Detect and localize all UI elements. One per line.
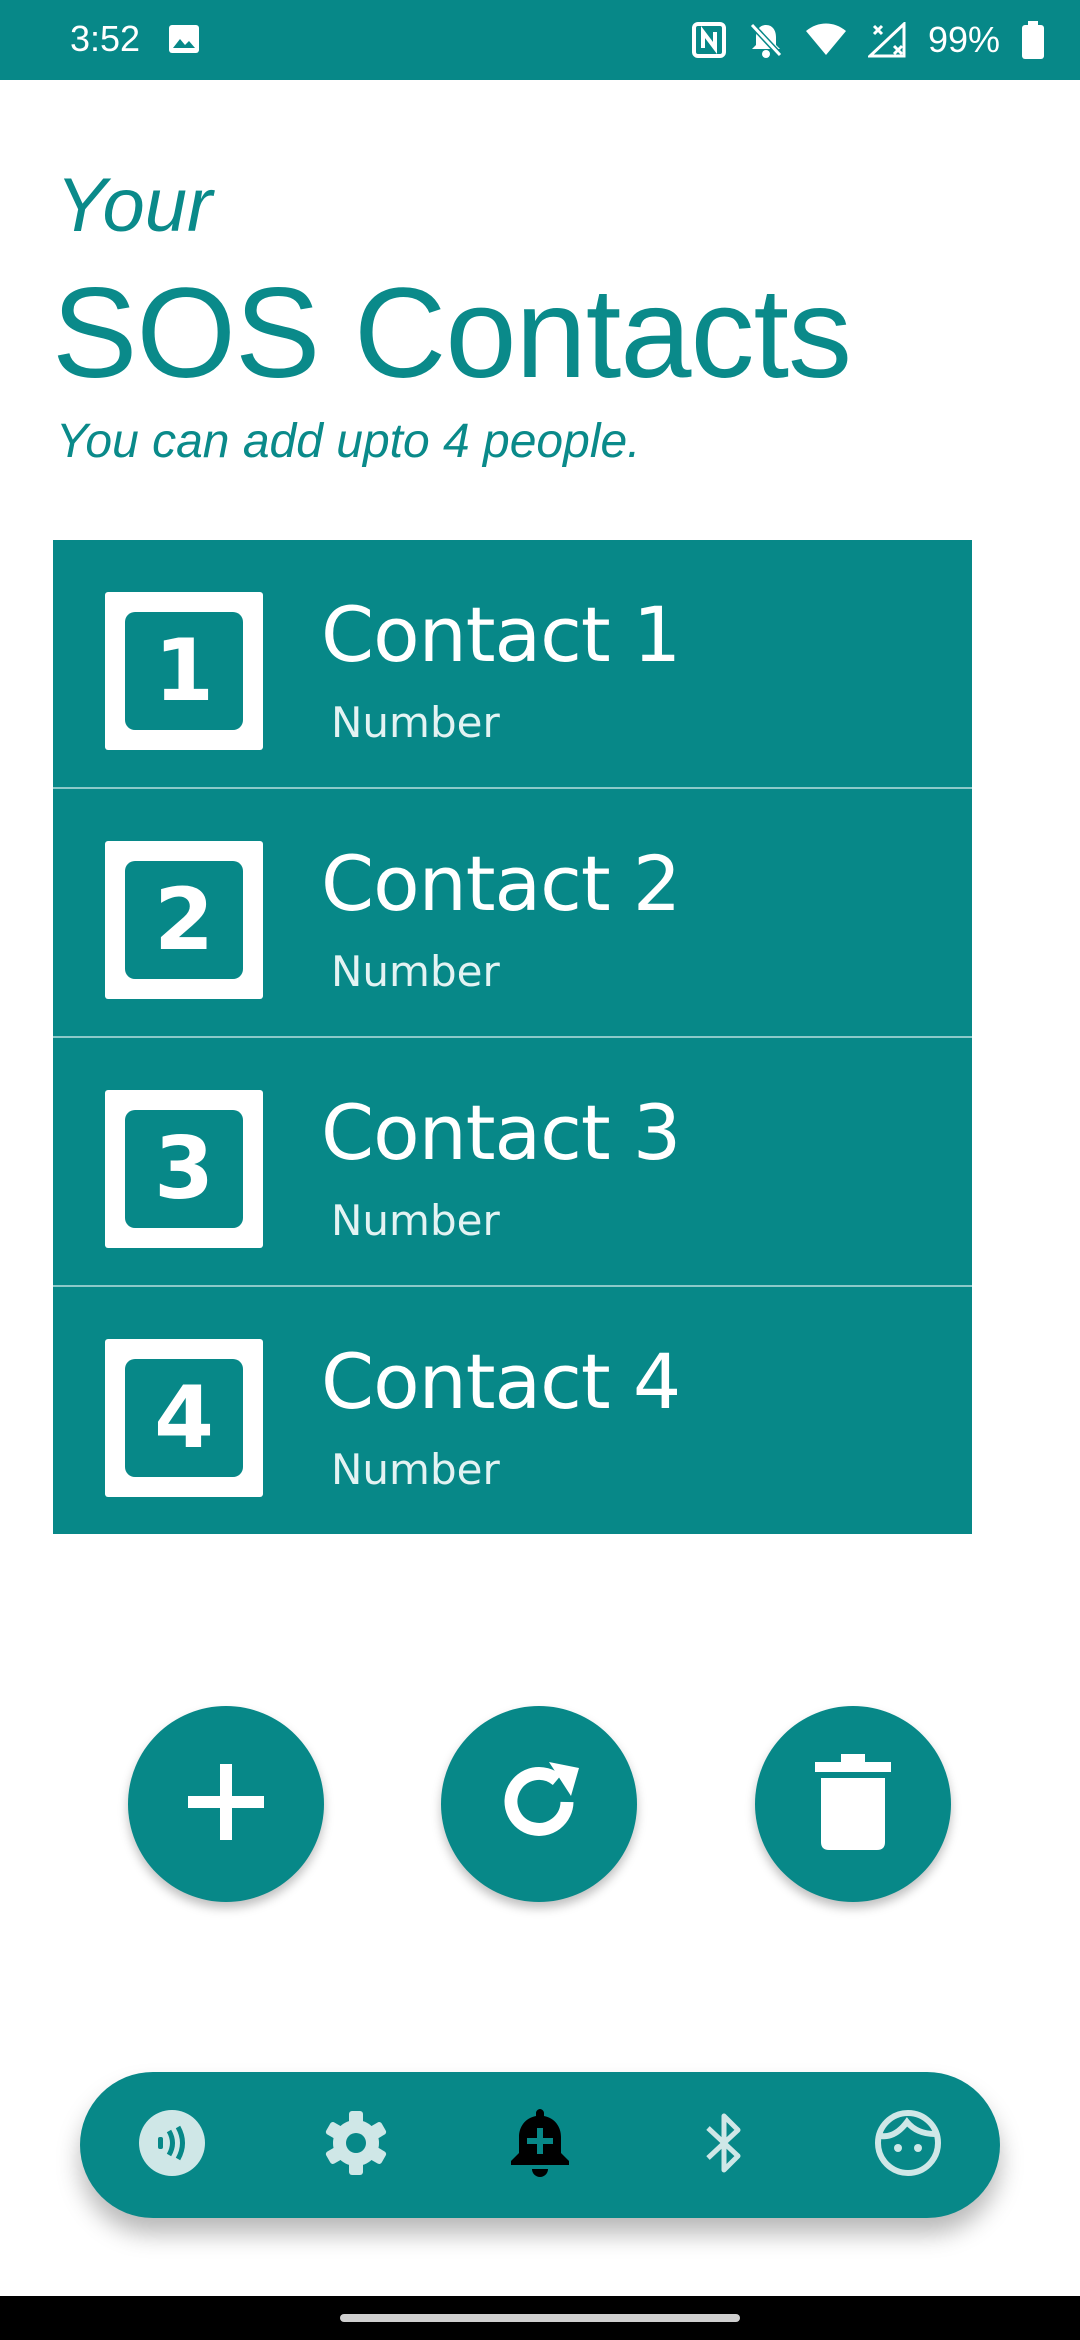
number-3-icon: 3 — [105, 1090, 263, 1248]
contact-name: Contact 1 — [321, 590, 681, 679]
delete-button[interactable] — [755, 1706, 951, 1902]
system-nav-bar — [0, 2296, 1080, 2340]
contact-row-2[interactable]: 2 Contact 2 Number — [53, 789, 972, 1038]
number-1-icon: 1 — [105, 592, 263, 750]
header-eyebrow: Your — [56, 163, 213, 248]
nfc-icon — [691, 22, 726, 58]
contact-index: 4 — [125, 1359, 243, 1477]
nav-settings[interactable] — [316, 2105, 396, 2185]
refresh-icon — [491, 1754, 587, 1855]
battery-icon — [1022, 21, 1044, 59]
nav-profile[interactable] — [868, 2105, 948, 2185]
bottom-nav — [80, 2072, 1000, 2218]
page-subtitle: You can add upto 4 people. — [56, 415, 641, 468]
refresh-button[interactable] — [441, 1706, 637, 1902]
contact-name: Contact 3 — [321, 1088, 681, 1177]
face-icon — [873, 2108, 943, 2183]
contact-row-3[interactable]: 3 Contact 3 Number — [53, 1038, 972, 1287]
wifi-icon — [805, 23, 846, 57]
contact-name: Contact 4 — [321, 1337, 681, 1426]
number-4-icon: 4 — [105, 1339, 263, 1497]
add-contact-button[interactable] — [128, 1706, 324, 1902]
gear-icon — [323, 2110, 389, 2181]
contact-index: 2 — [125, 861, 243, 979]
status-icons: 99% — [691, 16, 1044, 64]
battery-percent: 99% — [927, 19, 1000, 60]
contact-index: 1 — [125, 612, 243, 730]
status-bar: 3:52 99% — [0, 0, 1080, 80]
image-icon — [168, 24, 200, 54]
contacts-list: 1 Contact 1 Number 2 Contact 2 Number 3 … — [53, 540, 972, 1534]
nav-bluetooth[interactable] — [684, 2105, 764, 2185]
contact-number: Number — [331, 1196, 500, 1245]
bell-off-icon — [748, 21, 784, 59]
number-2-icon: 2 — [105, 841, 263, 999]
contact-name: Contact 2 — [321, 839, 681, 928]
nav-nfc[interactable] — [132, 2105, 212, 2185]
contact-number: Number — [331, 947, 500, 996]
contact-index: 3 — [125, 1110, 243, 1228]
plus-icon — [184, 1760, 268, 1849]
contact-row-4[interactable]: 4 Contact 4 Number — [53, 1287, 972, 1534]
bluetooth-icon — [702, 2108, 746, 2183]
contact-number: Number — [331, 698, 500, 747]
nav-alert[interactable] — [500, 2105, 580, 2185]
no-signal-icon — [867, 22, 906, 58]
nfc-contactless-icon — [138, 2109, 206, 2182]
trash-icon — [813, 1752, 893, 1857]
page-title: SOS Contacts — [52, 262, 852, 405]
bell-plus-icon — [507, 2107, 573, 2184]
status-time: 3:52 — [70, 18, 141, 59]
contact-row-1[interactable]: 1 Contact 1 Number — [53, 540, 972, 789]
contact-number: Number — [331, 1445, 500, 1494]
home-gesture-handle[interactable] — [340, 2314, 740, 2322]
